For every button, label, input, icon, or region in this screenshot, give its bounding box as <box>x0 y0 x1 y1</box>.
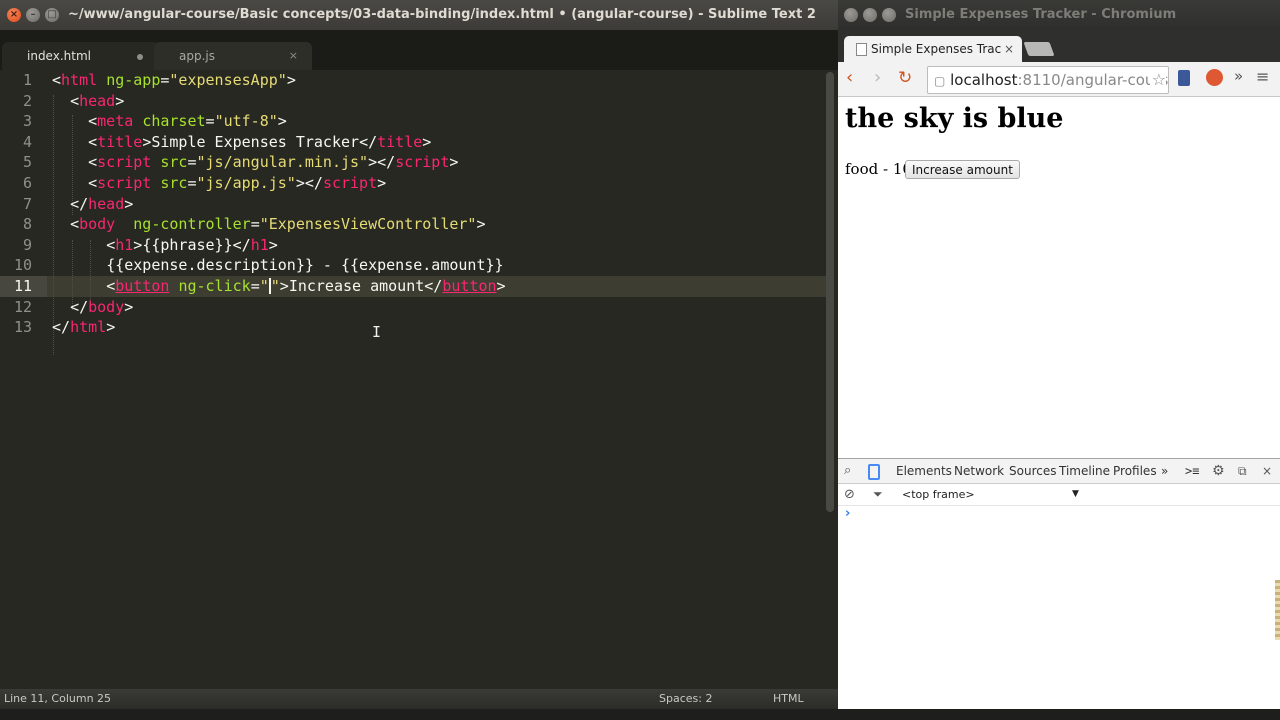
line-number: 7 <box>22 194 32 213</box>
page-favicon-icon <box>856 43 867 56</box>
line-number: 2 <box>22 91 32 110</box>
filter-funnel-icon[interactable]: ⏷ <box>873 484 883 505</box>
browser-menu-icon[interactable]: ≡ <box>1256 67 1269 86</box>
indentation-setting[interactable]: Spaces: 2 <box>659 689 712 709</box>
console-prompt[interactable]: › <box>845 506 850 521</box>
window-close-button[interactable]: × <box>7 8 21 22</box>
tab-timeline[interactable]: Timeline <box>1059 459 1110 483</box>
editor-scrollbar[interactable] <box>826 72 834 512</box>
window-title: Simple Expenses Tracker - Chromium <box>905 7 1177 22</box>
status-bar: Line 11, Column 25 Spaces: 2 HTML <box>0 689 838 709</box>
line-number: 9 <box>22 235 32 254</box>
line-number: 1 <box>22 71 32 89</box>
code-line-6: <script src="js/app.js"></script> <box>88 173 387 192</box>
devtools-panel: ⌕ Elements Network Sources Timeline Prof… <box>838 458 1280 710</box>
code-line-2: <head> <box>70 91 125 110</box>
desktop-edge-decoration <box>1275 580 1280 640</box>
browser-toolbar: ‹ › ↻ ▢ localhost:8110/angular-course/Ba… <box>838 62 1280 97</box>
window-maximize-button[interactable]: □ <box>45 8 59 22</box>
line-number: 8 <box>22 215 32 234</box>
line-number: 5 <box>22 153 32 172</box>
extension-icon[interactable] <box>1178 70 1190 86</box>
line-number: 4 <box>22 132 32 151</box>
syntax-mode[interactable]: HTML <box>773 689 804 709</box>
code-text[interactable]: <html ng-app="expensesApp"> <head> <meta… <box>52 70 506 338</box>
line-number: 3 <box>22 112 32 131</box>
browser-tab-strip: Simple Expenses Tracker × <box>838 30 1280 62</box>
new-tab-button[interactable] <box>1023 42 1055 56</box>
increase-amount-button[interactable]: Increase amount <box>905 160 1020 179</box>
desktop-bottom-strip <box>0 709 1280 720</box>
line-number-gutter: 1 2 3 4 5 6 7 8 9 10 11 12 13 <box>0 70 44 338</box>
bookmark-star-icon[interactable]: ☆ <box>1149 67 1166 93</box>
code-line-4: <title>Simple Expenses Tracker</title> <box>88 132 432 151</box>
devtools-close-icon[interactable]: × <box>1262 459 1272 483</box>
line-number-current: 11 <box>13 276 32 295</box>
back-arrow-icon[interactable]: ‹ <box>846 68 853 88</box>
window-minimize-button[interactable]: – <box>26 8 40 22</box>
sublime-titlebar: × – □ ~/www/angular-course/Basic concept… <box>0 0 838 30</box>
code-line-8: <body ng-controller="ExpensesViewControl… <box>70 215 486 234</box>
tab-close-icon[interactable]: × <box>1004 36 1014 62</box>
console-toolbar: ⊘ ⏷ <top frame> ▼ <box>838 484 1280 506</box>
settings-gear-icon[interactable]: ⚙ <box>1212 459 1225 483</box>
mouse-ibeam-cursor-icon: I <box>372 323 382 341</box>
window-minimize-button[interactable] <box>863 8 877 22</box>
tab-app-js[interactable]: app.js × <box>154 42 312 70</box>
devtools-tab-bar: ⌕ Elements Network Sources Timeline Prof… <box>838 459 1280 484</box>
window-close-button[interactable] <box>844 8 858 22</box>
window-title: ~/www/angular-course/Basic concepts/03-d… <box>68 7 816 22</box>
more-extensions-icon[interactable]: » <box>1234 67 1243 85</box>
unsaved-dot-icon[interactable] <box>137 54 143 60</box>
tab-label: app.js <box>179 49 215 63</box>
code-line-13: </html> <box>52 318 116 337</box>
tab-network[interactable]: Network <box>954 459 1004 483</box>
code-line-9: <h1>{{phrase}}</h1> <box>106 235 278 254</box>
url-host: localhost <box>950 71 1018 89</box>
page-heading: the sky is blue <box>845 103 1064 134</box>
tab-close-icon[interactable]: × <box>289 42 298 70</box>
reload-icon[interactable]: ↻ <box>898 68 912 88</box>
device-mode-icon[interactable] <box>868 464 880 480</box>
editor-tab-bar: index.html app.js × <box>0 30 838 70</box>
more-tabs-icon[interactable]: » <box>1161 459 1168 483</box>
code-line-11: <button ng-click=" ">Increase amount</but… <box>106 276 506 295</box>
code-line-5: <script src="js/angular.min.js"></script… <box>88 153 459 172</box>
code-line-3: <meta charset="utf-8"> <box>88 112 287 131</box>
page-viewport: the sky is blue food - 10 Increase amoun… <box>838 97 1280 457</box>
duckduckgo-extension-icon[interactable] <box>1206 69 1223 86</box>
inspect-search-icon[interactable]: ⌕ <box>844 459 851 483</box>
line-number: 6 <box>22 173 32 192</box>
frame-context-select[interactable]: <top frame> <box>902 484 975 505</box>
tab-profiles[interactable]: Profiles <box>1113 459 1157 483</box>
sublime-window: × – □ ~/www/angular-course/Basic concept… <box>0 0 838 720</box>
cursor-position: Line 11, Column 25 <box>4 692 112 705</box>
console-drawer-icon[interactable]: >≡ <box>1185 459 1199 483</box>
line-number: 12 <box>13 297 32 316</box>
tab-elements[interactable]: Elements <box>896 459 952 483</box>
code-line-10: {{expense.description}} - {{expense.amou… <box>106 256 504 275</box>
code-editor[interactable]: 1 2 3 4 5 6 7 8 9 10 11 12 13 <html ng-a… <box>0 70 826 690</box>
forward-arrow-icon[interactable]: › <box>874 68 881 88</box>
chromium-titlebar: Simple Expenses Tracker - Chromium <box>838 0 1280 30</box>
browser-tab[interactable]: Simple Expenses Tracker × <box>844 36 1022 62</box>
dock-side-icon[interactable]: ⧉ <box>1238 459 1247 483</box>
expense-text: food - 10 <box>845 160 912 178</box>
code-line-1: <html ng-app="expensesApp"> <box>52 71 296 89</box>
code-line-12: </body> <box>70 297 134 316</box>
url-path: :8110/angular-course/Basic concepts/03-d… <box>1017 71 1169 89</box>
window-maximize-button[interactable] <box>882 8 896 22</box>
tab-label: index.html <box>27 49 91 63</box>
line-number: 13 <box>13 318 32 337</box>
tab-title: Simple Expenses Tracker <box>871 42 1001 56</box>
address-bar[interactable]: ▢ localhost:8110/angular-course/Basic co… <box>927 66 1169 94</box>
line-number: 10 <box>13 256 32 275</box>
clear-console-icon[interactable]: ⊘ <box>844 484 855 505</box>
tab-index-html[interactable]: index.html <box>2 42 160 70</box>
page-info-icon[interactable]: ▢ <box>928 74 945 88</box>
code-line-7: </head> <box>70 194 134 213</box>
tab-sources[interactable]: Sources <box>1009 459 1056 483</box>
chromium-window: Simple Expenses Tracker - Chromium Simpl… <box>838 0 1280 710</box>
chevron-down-icon[interactable]: ▼ <box>1072 484 1079 505</box>
